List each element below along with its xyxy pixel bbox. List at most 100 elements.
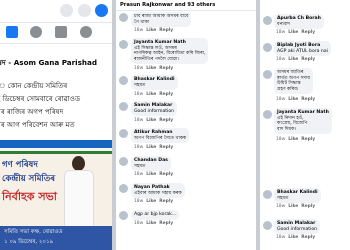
avatar[interactable] [119,129,128,138]
comment-bubble: Chandan Das সহমত [131,156,171,172]
comment-actions: 18w Like Reply [276,97,315,102]
comment-actions: 18w Like Reply [276,30,315,35]
home-icon[interactable] [6,26,18,38]
reply-button[interactable]: Reply [159,172,173,177]
comment-bubble: Bhaskar Kalindi সহমত [131,75,178,91]
avatar[interactable] [263,221,272,230]
commenter-name[interactable]: Jayanta Kumar Nath [277,110,329,116]
comment-text: গ্ৰহণ কৰিব। [277,86,299,92]
like-button[interactable]: Like [288,97,298,102]
comment-time: 18w [134,172,144,177]
comment-text: সহমত [134,163,146,169]
groups-icon[interactable] [55,26,67,38]
avatar[interactable] [263,16,272,25]
banner-title-line: কেন্দ্ৰীয় সমিতিৰ [2,174,56,184]
account-icon[interactable] [78,4,91,17]
reply-button[interactable]: Reply [301,235,315,240]
comment-bubble: অসমৰ জাতিৰ স্বাৰ্থত অগপ সদায় উমিট সিদ্ধ… [274,68,314,95]
avatar[interactable] [119,157,128,166]
comment-time: 18w [134,92,144,97]
like-button[interactable]: Like [146,199,156,204]
comment-actions: 18w Like Reply [134,118,173,123]
reply-button[interactable]: Reply [301,204,315,209]
comment-actions: 18w Like Reply [276,57,315,62]
comment-text: অগপ বিজেপিৰ সৈতে থাকক [134,135,187,141]
comment-text: বাদ দিয়ক। [277,126,297,132]
comment-text: সহমত [277,195,289,201]
comment-text: নাগৰিকত্ব আইন, বিৰোধিতা কৰি জিৰা, [134,51,206,57]
avatar[interactable] [119,76,128,85]
reply-button[interactable]: Reply [159,28,173,33]
commenter-name[interactable]: Bhaskar Kalindi [277,190,318,196]
avatar[interactable] [119,211,128,220]
comment-text: ৰাজনীতিৰ পদলৈ যোৱা। [134,56,179,62]
reply-button[interactable]: Reply [159,118,173,123]
reply-button[interactable]: Reply [301,30,315,35]
reply-button[interactable]: Reply [301,137,315,142]
commenter-name[interactable]: Apurba Ch Borah [277,16,321,22]
like-button[interactable]: Like [146,28,156,33]
reply-button[interactable]: Reply [301,97,315,102]
avatar[interactable] [263,110,272,119]
top-bar [0,0,112,23]
facebook-page-post-panel: ষদ - Asom Gana Parishad ে কোন কেন্দ্ৰীয়… [0,0,112,250]
avatar[interactable] [263,43,272,52]
comment-time: 18w [134,221,144,226]
reactions-summary[interactable]: Prasun Rajkonwar and 93 others [120,2,215,8]
like-button[interactable]: Like [146,221,156,226]
reply-button[interactable]: Reply [159,66,173,71]
comment-bubble: Agp ar bjp korak... [131,210,180,220]
reply-button[interactable]: Reply [159,221,173,226]
post-text-line: পৰ আগ পৰিবেশন আৰু মত [0,121,75,129]
like-button[interactable]: Like [288,30,298,35]
reply-button[interactable]: Reply [159,92,173,97]
comment-actions: 18w Like Reply [134,92,173,97]
like-button[interactable]: Like [146,66,156,71]
commenter-name[interactable]: Bhaskar Kalindi [134,77,175,83]
comment-bubble: Biplab Jyoti Bora AGP aki ATUL bora nai [274,41,331,57]
comment-text: ধন্যবাদ [277,21,290,27]
avatar[interactable] [119,184,128,193]
like-button[interactable]: Like [288,57,298,62]
comment-bubble: Jayanta Kumar Nath এই নিদান হওঁ, কংগ্ৰেছ… [274,108,332,135]
avatar[interactable] [119,13,128,22]
like-button[interactable]: Like [146,92,156,97]
comment-text: Agp ar bjp korak... [134,212,177,217]
reply-button[interactable]: Reply [159,199,173,204]
comment-text: গৈ থাকা [134,19,150,25]
avatar[interactable] [263,70,272,79]
comment-bubble: Bhaskar Kalindi সহমত [274,188,321,204]
search-icon[interactable] [60,4,73,17]
like-button[interactable]: Like [288,204,298,209]
person-photo [62,154,94,230]
commenter-name[interactable]: Chandan Das [134,158,168,164]
nav-tabs [0,23,112,44]
reply-button[interactable]: Reply [301,57,315,62]
like-button[interactable]: Like [288,235,298,240]
post-text-line: পৰ ৰাজিৰ অগপ পৰিষদ [0,108,64,116]
like-button[interactable]: Like [146,145,156,150]
post-image-banner[interactable]: গণ পৰিষদ কেন্দ্ৰীয় সমিতিৰ নিৰ্বাহক সভা … [0,140,112,250]
commenter-name[interactable]: Samin Malakar [134,103,174,109]
comments-panel-middle: Prasun Rajkonwar and 93 others চাব ৰাজ্য… [116,0,256,250]
post-text-line: ে কোন কেন্দ্ৰীয় সমিতিৰ [0,82,68,90]
reply-button[interactable]: Reply [159,145,173,150]
banner-footer: সমিতি সভা কক্ষ, ৰোৱাওড [4,229,63,235]
comment-time: 18w [276,204,286,209]
notifications-icon[interactable] [80,26,92,38]
like-button[interactable]: Like [146,172,156,177]
comment-actions: 18w Like Reply [134,28,173,33]
avatar[interactable] [119,102,128,111]
comment-time: 18w [134,199,144,204]
friends-icon[interactable] [30,26,42,38]
page-name[interactable]: ষদ - Asom Gana Parishad [0,58,97,70]
messenger-icon[interactable] [95,4,108,17]
avatar[interactable] [119,40,128,49]
comment-bubble: Apurba Ch Borah ধন্যবাদ [274,14,324,30]
like-button[interactable]: Like [288,137,298,142]
avatar[interactable] [263,190,272,199]
comment-actions: 18w Like Reply [276,137,315,142]
commenter-name[interactable]: Samin Malakar [277,221,317,227]
comment-bubble: Nayan Pathak এইবাৰ আমাক সহায় কৰক [131,183,185,199]
like-button[interactable]: Like [146,118,156,123]
